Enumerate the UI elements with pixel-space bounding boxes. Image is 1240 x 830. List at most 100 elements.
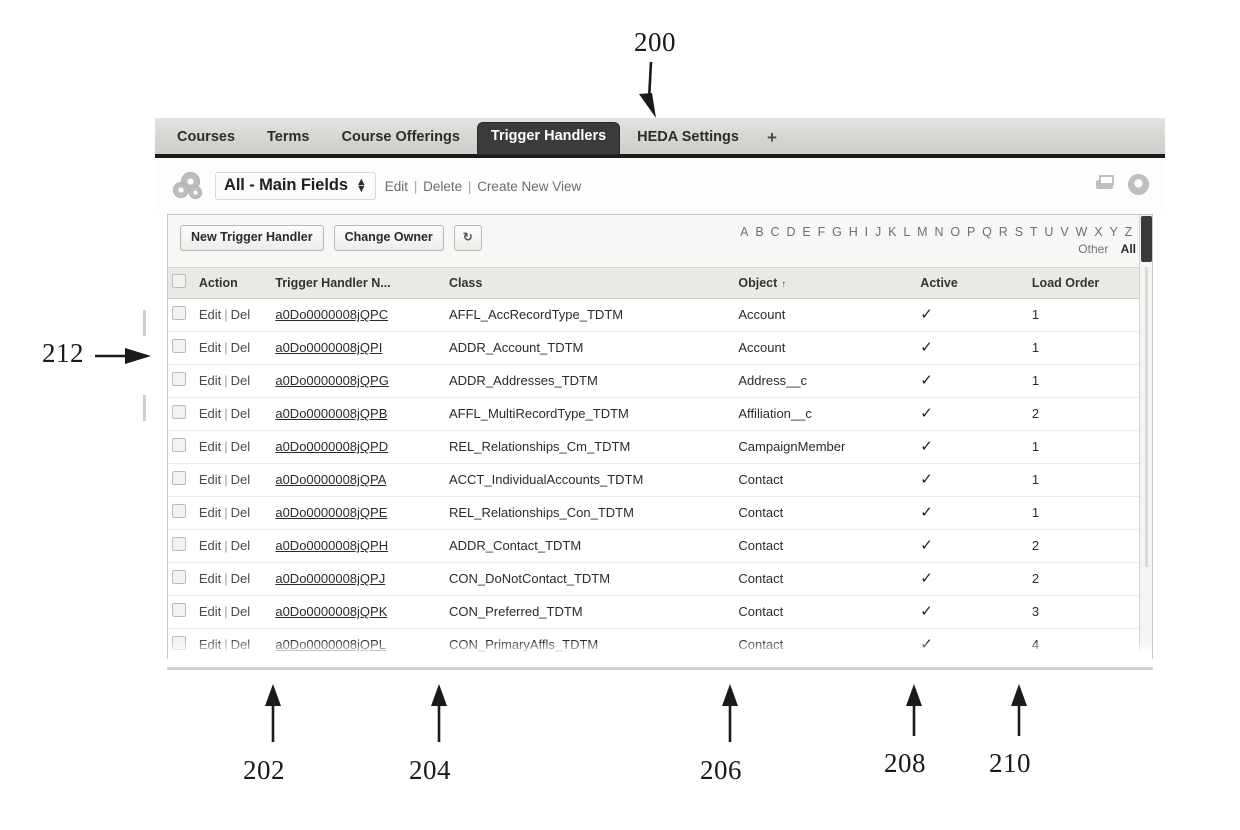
row-checkbox[interactable]	[172, 339, 186, 353]
alphabet-letter-Y[interactable]: Y	[1106, 225, 1121, 239]
row-del-link[interactable]: Del	[231, 571, 251, 586]
row-edit-link[interactable]: Edit	[199, 604, 221, 619]
row-checkbox-cell[interactable]	[168, 595, 195, 629]
row-del-link[interactable]: Del	[231, 307, 251, 322]
row-checkbox[interactable]	[172, 438, 186, 452]
row-del-link[interactable]: Del	[231, 637, 251, 652]
row-checkbox-cell[interactable]	[168, 529, 195, 563]
view-select[interactable]: All - Main Fields ▲ ▼	[215, 172, 376, 200]
trigger-handler-name-link[interactable]: a0Do0000008jQPL	[275, 637, 386, 652]
row-del-link[interactable]: Del	[231, 472, 251, 487]
row-checkbox[interactable]	[172, 471, 186, 485]
create-new-view-link[interactable]: Create New View	[477, 179, 581, 194]
alphabet-letter-K[interactable]: K	[885, 225, 900, 239]
chevron-updown-icon[interactable]: ▲ ▼	[356, 176, 367, 194]
row-edit-link[interactable]: Edit	[199, 505, 221, 520]
column-header-name[interactable]: Trigger Handler N...	[271, 267, 445, 299]
filter-other[interactable]: Other	[1078, 242, 1117, 256]
refresh-icon[interactable]: ↻	[453, 225, 482, 251]
row-checkbox-cell[interactable]	[168, 562, 195, 596]
row-checkbox[interactable]	[172, 570, 186, 584]
select-all-header[interactable]	[168, 267, 195, 299]
alphabet-letter-X[interactable]: X	[1091, 225, 1106, 239]
row-checkbox-cell[interactable]	[168, 397, 195, 431]
alphabet-letter-E[interactable]: E	[799, 225, 814, 239]
alphabet-letter-N[interactable]: N	[931, 225, 947, 239]
row-checkbox-cell[interactable]	[168, 628, 195, 659]
trigger-handler-name-link[interactable]: a0Do0000008jQPI	[275, 340, 382, 355]
alphabet-letter-Z[interactable]: Z	[1121, 225, 1136, 239]
filter-all[interactable]: All	[1121, 242, 1136, 256]
column-header-active[interactable]: Active	[916, 267, 1028, 299]
tab-heda-settings[interactable]: HEDA Settings	[623, 123, 753, 154]
alphabet-letter-S[interactable]: S	[1012, 225, 1027, 239]
column-header-object[interactable]: Object ↑	[734, 267, 917, 299]
alphabet-letter-M[interactable]: M	[914, 225, 931, 239]
scrollbar-track[interactable]	[1145, 267, 1148, 567]
row-edit-link[interactable]: Edit	[199, 373, 221, 388]
row-checkbox[interactable]	[172, 603, 186, 617]
row-checkbox[interactable]	[172, 372, 186, 386]
alphabet-letter-G[interactable]: G	[829, 225, 846, 239]
row-edit-link[interactable]: Edit	[199, 340, 221, 355]
trigger-handler-name-link[interactable]: a0Do0000008jQPA	[275, 472, 386, 487]
tab-terms[interactable]: Terms	[253, 123, 323, 154]
trigger-handler-name-link[interactable]: a0Do0000008jQPC	[275, 307, 388, 322]
alphabet-letter-H[interactable]: H	[846, 225, 862, 239]
tab-trigger-handlers[interactable]: Trigger Handlers	[477, 123, 620, 154]
help-icon[interactable]	[1128, 174, 1149, 195]
row-checkbox-cell[interactable]	[168, 331, 195, 365]
alphabet-letter-O[interactable]: O	[947, 225, 964, 239]
alphabet-letters[interactable]: ABCDEFGHIJKLMNOPQRSTUVWXYZ	[534, 225, 1136, 239]
alphabet-letter-J[interactable]: J	[872, 225, 885, 239]
alphabet-letter-A[interactable]: A	[737, 225, 752, 239]
trigger-handler-name-link[interactable]: a0Do0000008jQPG	[275, 373, 388, 388]
view-edit-link[interactable]: Edit	[385, 179, 408, 194]
alphabet-letter-L[interactable]: L	[900, 225, 914, 239]
row-checkbox[interactable]	[172, 405, 186, 419]
alphabet-letter-I[interactable]: I	[861, 225, 871, 239]
row-edit-link[interactable]: Edit	[199, 439, 221, 454]
alphabet-letter-R[interactable]: R	[996, 225, 1012, 239]
row-edit-link[interactable]: Edit	[199, 406, 221, 421]
alphabet-letter-W[interactable]: W	[1072, 225, 1091, 239]
trigger-handler-name-link[interactable]: a0Do0000008jQPJ	[275, 571, 385, 586]
trigger-handler-name-link[interactable]: a0Do0000008jQPD	[275, 439, 388, 454]
trigger-handler-name-link[interactable]: a0Do0000008jQPK	[275, 604, 387, 619]
row-del-link[interactable]: Del	[231, 373, 251, 388]
row-edit-link[interactable]: Edit	[199, 307, 221, 322]
row-checkbox-cell[interactable]	[168, 496, 195, 530]
row-edit-link[interactable]: Edit	[199, 571, 221, 586]
alphabet-letter-Q[interactable]: Q	[979, 225, 996, 239]
alphabet-letter-F[interactable]: F	[814, 225, 829, 239]
row-checkbox[interactable]	[172, 504, 186, 518]
change-owner-button[interactable]: Change Owner	[333, 225, 444, 251]
trigger-handler-name-link[interactable]: a0Do0000008jQPH	[275, 538, 388, 553]
column-header-load-order[interactable]: Load Order	[1027, 267, 1152, 299]
row-edit-link[interactable]: Edit	[199, 637, 221, 652]
alphabet-letter-V[interactable]: V	[1057, 225, 1072, 239]
row-del-link[interactable]: Del	[231, 538, 251, 553]
row-edit-link[interactable]: Edit	[199, 538, 221, 553]
select-all-checkbox[interactable]	[172, 274, 186, 288]
vertical-scrollbar[interactable]	[1139, 215, 1152, 659]
row-del-link[interactable]: Del	[231, 604, 251, 619]
tab-add-icon[interactable]: +	[757, 125, 787, 154]
alphabet-letter-C[interactable]: C	[767, 225, 783, 239]
row-del-link[interactable]: Del	[231, 439, 251, 454]
tab-course-offerings[interactable]: Course Offerings	[327, 123, 473, 154]
view-delete-link[interactable]: Delete	[423, 179, 462, 194]
trigger-handler-name-link[interactable]: a0Do0000008jQPB	[275, 406, 387, 421]
alphabet-letter-B[interactable]: B	[752, 225, 767, 239]
row-checkbox-cell[interactable]	[168, 364, 195, 398]
row-checkbox-cell[interactable]	[168, 463, 195, 497]
row-del-link[interactable]: Del	[231, 340, 251, 355]
tab-courses[interactable]: Courses	[163, 123, 249, 154]
row-del-link[interactable]: Del	[231, 406, 251, 421]
alphabet-letter-P[interactable]: P	[964, 225, 979, 239]
trigger-handler-name-link[interactable]: a0Do0000008jQPE	[275, 505, 387, 520]
row-edit-link[interactable]: Edit	[199, 472, 221, 487]
alphabet-letter-U[interactable]: U	[1041, 225, 1057, 239]
row-checkbox[interactable]	[172, 636, 186, 650]
row-checkbox-cell[interactable]	[168, 430, 195, 464]
